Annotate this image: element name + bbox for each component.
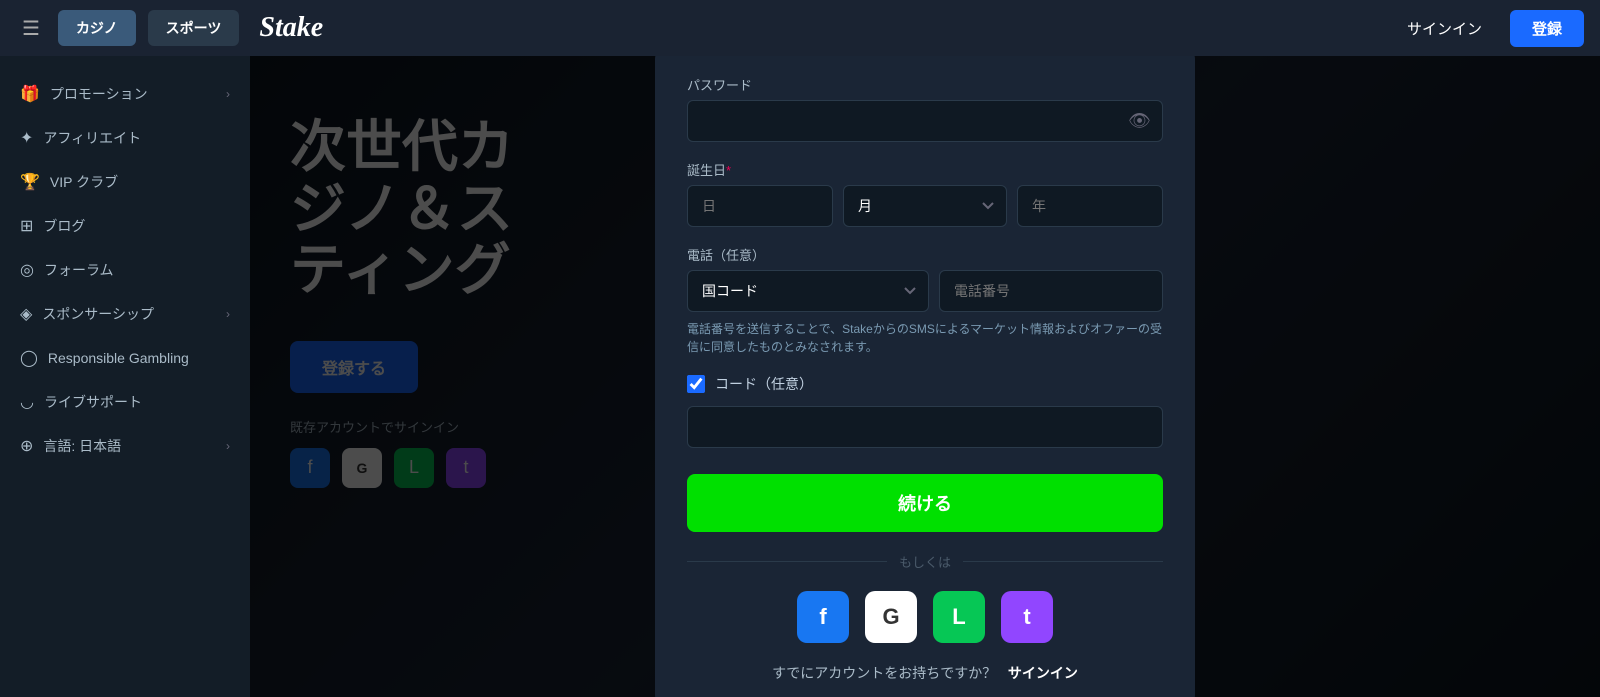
phone-row: 国コード [687,270,1163,312]
birthday-day-input[interactable] [687,185,833,227]
sidebar-label-responsible: Responsible Gambling [48,350,189,366]
header: ☰ カジノ スポーツ Stake サインイン 登録 [0,0,1600,56]
sidebar-item-forum[interactable]: ◎ フォーラム [0,248,250,292]
sidebar-label-promotions: プロモーション [50,84,148,104]
chevron-right-icon: › [226,87,230,101]
sidebar-item-live-support[interactable]: ◡ ライブサポート [0,380,250,424]
code-input[interactable] [687,406,1163,448]
hamburger-icon: ☰ [22,18,40,40]
birthday-year-input[interactable] [1017,185,1163,227]
continue-button[interactable]: 続ける [687,474,1163,532]
password-label: パスワード [687,75,1163,94]
divider-line-right [963,561,1163,562]
sidebar-label-blog: ブログ [43,216,85,236]
header-signin-button[interactable]: サインイン [1391,10,1498,47]
registration-modal: パスワード 👁 誕生日* 月 1月 2 [655,56,1195,697]
phone-number-input[interactable] [939,270,1163,312]
modal-overlay: パスワード 👁 誕生日* 月 1月 2 [250,56,1600,697]
language-icon: ⊕ [20,436,33,456]
header-register-button[interactable]: 登録 [1510,10,1584,47]
birthday-month-select[interactable]: 月 1月 2月 3月 4月 5月 6月 7月 8月 9月 10月 11月 12月 [843,185,1007,227]
line-icon: L [952,604,965,630]
signin-link[interactable]: サインイン [1008,665,1078,681]
password-input[interactable] [687,100,1163,142]
hamburger-button[interactable]: ☰ [16,10,46,47]
facebook-login-button[interactable]: f [797,591,849,643]
google-login-button[interactable]: G [865,591,917,643]
promotions-icon: 🎁 [20,84,40,104]
toggle-password-button[interactable]: 👁 [1128,110,1151,131]
chevron-right-icon-3: › [226,439,230,453]
sidebar-label-sponsorship: スポンサーシップ [42,304,154,324]
sidebar-item-blog[interactable]: ⊞ ブログ [0,204,250,248]
sidebar-item-language[interactable]: ⊕ 言語: 日本語 › [0,424,250,468]
password-field-group: パスワード 👁 [687,75,1163,142]
phone-field-group: 電話（任意） 国コード 電話番号を送信することで、StakeからのSMSによるマ… [687,245,1163,356]
line-login-button[interactable]: L [933,591,985,643]
code-checkbox-label[interactable]: コード（任意） [715,374,813,394]
phone-label: 電話（任意） [687,245,1163,264]
main-content-area: 次世代カ ジノ＆ス ティング 登録する 既存アカウントでサインイン f G L … [250,56,1600,697]
birthday-row: 月 1月 2月 3月 4月 5月 6月 7月 8月 9月 10月 11月 12月 [687,185,1163,227]
birthday-field-group: 誕生日* 月 1月 2月 3月 4月 5月 6月 7月 8月 9月 [687,160,1163,227]
google-icon: G [882,604,899,630]
sidebar-item-sponsorship[interactable]: ◈ スポンサーシップ › [0,292,250,336]
eye-icon: 👁 [1128,110,1151,130]
country-code-select[interactable]: 国コード [687,270,929,312]
vip-icon: 🏆 [20,172,40,192]
sidebar-item-promotions[interactable]: 🎁 プロモーション › [0,72,250,116]
sidebar-label-language: 言語: 日本語 [43,436,121,456]
code-checkbox-row: コード（任意） [687,374,1163,394]
sidebar-label-affiliate: アフィリエイト [43,128,141,148]
sidebar: 🎁 プロモーション › ✦ アフィリエイト 🏆 VIP クラブ ⊞ ブログ ◎ … [0,56,250,697]
code-field-group [687,406,1163,448]
code-checkbox[interactable] [687,375,705,393]
responsible-gambling-icon: ◯ [20,348,38,368]
or-label: もしくは [899,552,951,571]
required-mark: * [726,163,731,178]
sidebar-item-responsible-gambling[interactable]: ◯ Responsible Gambling [0,336,250,380]
casino-nav-button[interactable]: カジノ [58,10,136,46]
blog-icon: ⊞ [20,216,33,236]
password-input-wrap: 👁 [687,100,1163,142]
sidebar-label-live-support: ライブサポート [44,392,142,412]
live-support-icon: ◡ [20,392,34,412]
birthday-label: 誕生日* [687,160,1163,179]
signin-link-row: すでにアカウントをお持ちですか？ サインイン [687,663,1163,683]
sidebar-item-vip[interactable]: 🏆 VIP クラブ [0,160,250,204]
twitch-icon: t [1023,604,1030,630]
sidebar-label-forum: フォーラム [44,260,114,280]
sponsorship-icon: ◈ [20,304,32,324]
sports-nav-button[interactable]: スポーツ [148,10,240,46]
header-actions: サインイン 登録 [1391,10,1584,47]
sidebar-item-affiliate[interactable]: ✦ アフィリエイト [0,116,250,160]
twitch-login-button[interactable]: t [1001,591,1053,643]
chevron-right-icon-2: › [226,307,230,321]
signin-question-text: すでにアカウントをお持ちですか？ [772,665,996,681]
sms-notice-text: 電話番号を送信することで、StakeからのSMSによるマーケット情報およびオファ… [687,320,1163,356]
sidebar-label-vip: VIP クラブ [50,172,118,192]
affiliate-icon: ✦ [20,128,33,148]
social-login-row: f G L t [687,591,1163,643]
facebook-icon: f [819,604,826,630]
site-logo: Stake [259,12,323,44]
or-divider: もしくは [687,552,1163,571]
forum-icon: ◎ [20,260,34,280]
divider-line-left [687,561,887,562]
